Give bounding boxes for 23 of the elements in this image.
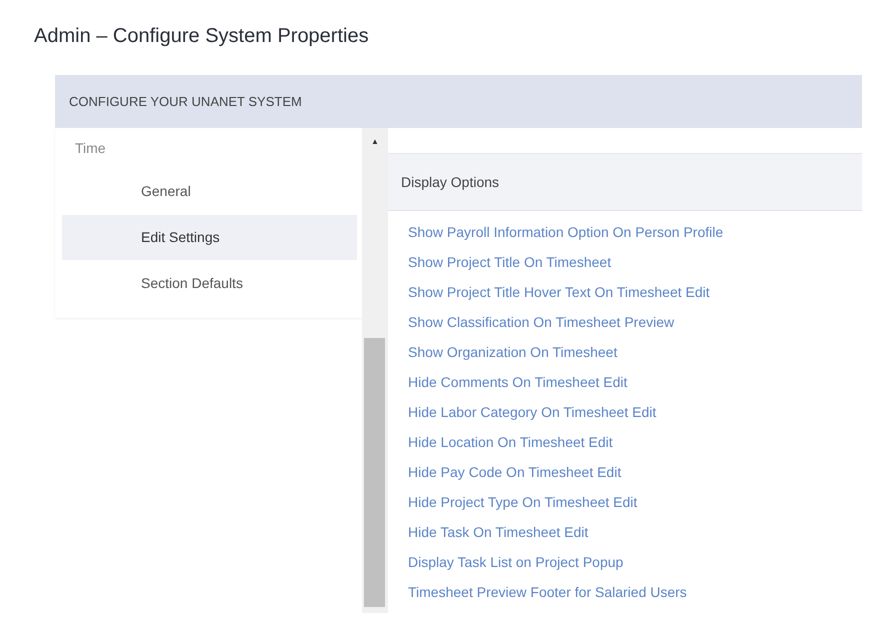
scroll-up-arrow[interactable]: ▲ (368, 128, 382, 156)
option-link[interactable]: Hide Comments On Timesheet Edit (408, 367, 628, 397)
option-link[interactable]: Hide Project Type On Timesheet Edit (408, 487, 638, 517)
option-link[interactable]: Hide Labor Category On Timesheet Edit (408, 397, 656, 427)
sidebar-group[interactable]: Time (55, 128, 362, 168)
option-link[interactable]: Show Classification On Timesheet Preview (408, 307, 674, 337)
option-link[interactable]: Show Project Title On Timesheet (408, 247, 612, 277)
scrollbar[interactable]: ▲ (362, 128, 388, 613)
option-link[interactable]: Hide Task On Timesheet Edit (408, 517, 588, 547)
sidebar-item[interactable]: Edit Settings (62, 215, 357, 260)
option-link[interactable]: Show Organization On Timesheet (408, 337, 618, 367)
panel-header: CONFIGURE YOUR UNANET SYSTEM (55, 75, 862, 128)
option-link[interactable]: Hide Location On Timesheet Edit (408, 427, 613, 457)
option-link[interactable]: Timesheet Preview Footer for Salaried Users (408, 577, 687, 607)
option-link[interactable]: Hide Pay Code On Timesheet Edit (408, 457, 622, 487)
option-link[interactable]: Show Project Title Hover Text On Timesheet Edit (408, 277, 710, 307)
sidebar-item[interactable]: General (62, 169, 357, 214)
scrollbar-thumb[interactable] (364, 338, 385, 607)
sidebar-item[interactable]: Section Defaults (62, 261, 357, 306)
option-link[interactable]: Display Task List on Project Popup (408, 547, 624, 577)
section-header: Display Options (388, 154, 862, 211)
option-link[interactable]: Show Payroll Information Option On Person Profile (408, 217, 724, 247)
page-title: Admin – Configure System Properties (34, 24, 370, 48)
